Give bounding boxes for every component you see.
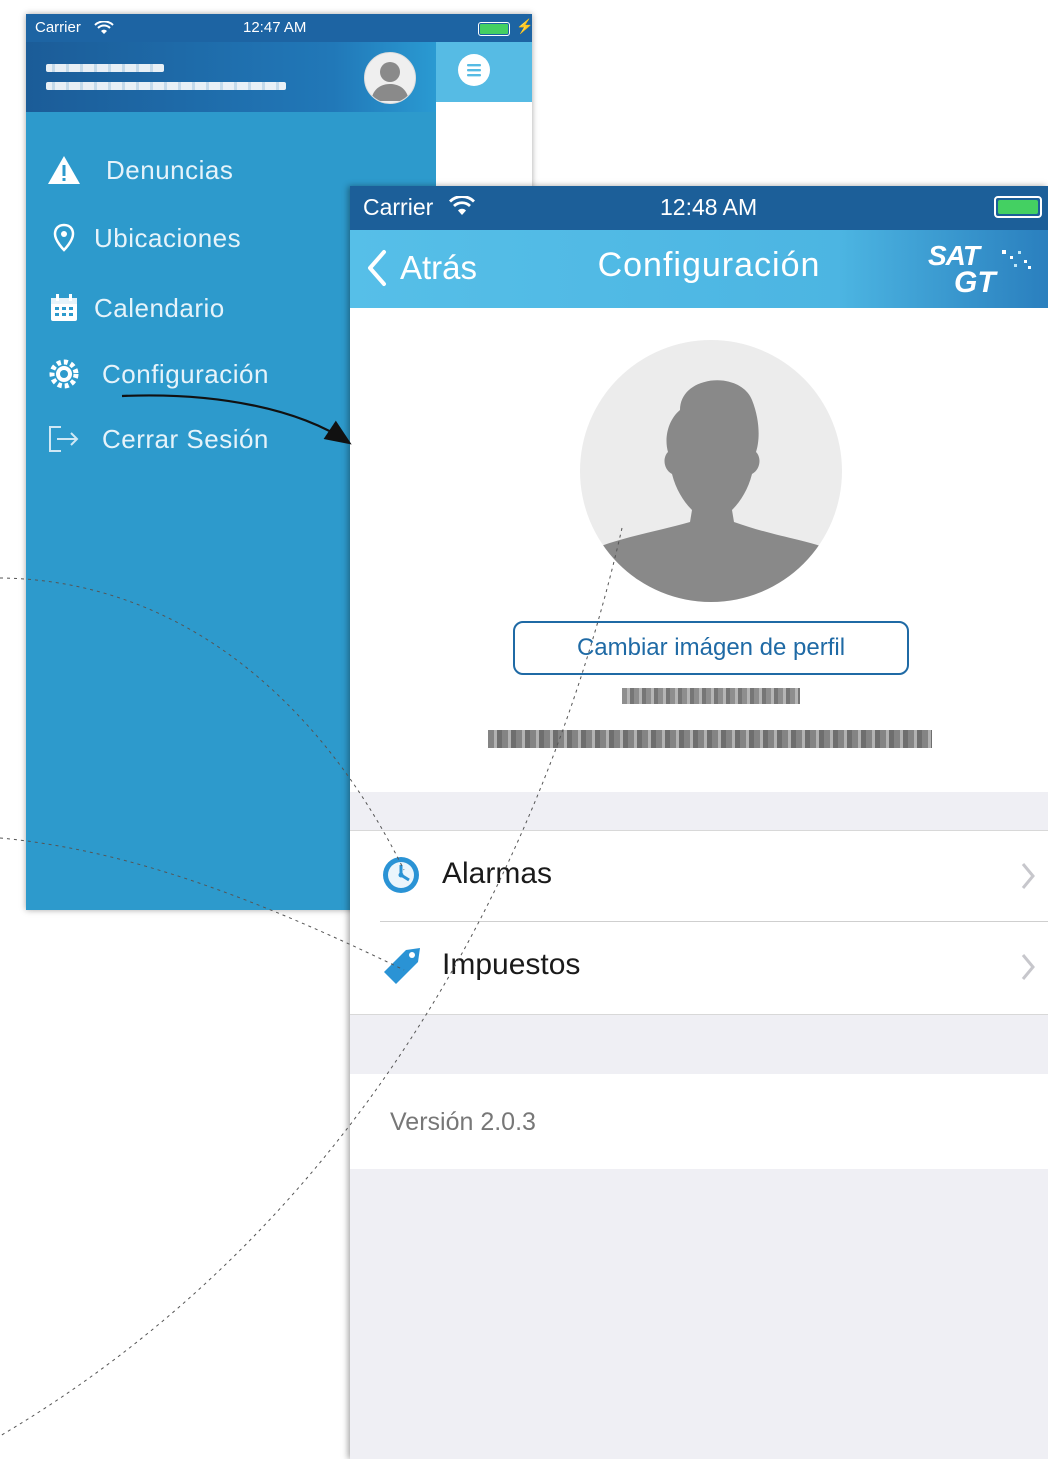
clock-time: 12:47 AM — [243, 19, 307, 36]
avatar[interactable] — [364, 52, 416, 104]
calendar-icon — [46, 290, 82, 326]
menu-item-label: Cerrar Sesión — [102, 423, 269, 454]
menu-item-label: Calendario — [94, 292, 225, 323]
profile-section: Cambiar imágen de perfil — [350, 308, 1048, 792]
menu-item-label: Configuración — [102, 358, 269, 389]
sat-gt-logo: SAT GT — [920, 240, 1040, 300]
battery-icon — [994, 196, 1042, 218]
content-peek — [436, 42, 532, 102]
menu-item-ubicaciones[interactable]: Ubicaciones — [46, 218, 241, 258]
row-label: Impuestos — [442, 948, 581, 981]
menu-item-label: Ubicaciones — [94, 222, 242, 253]
logout-icon — [46, 421, 82, 457]
navigation-bar: Atrás Configuración SAT GT — [350, 230, 1048, 308]
row-label: Alarmas — [442, 857, 553, 890]
profile-avatar[interactable] — [580, 340, 842, 602]
version-label: Versión 2.0.3 — [390, 1108, 536, 1136]
menu-item-label: Denuncias — [106, 154, 234, 185]
chevron-right-icon — [1021, 954, 1035, 980]
menu-toggle-button[interactable] — [458, 54, 490, 86]
change-profile-image-label: Cambiar imágen de perfil — [576, 634, 846, 661]
version-section: Versión 2.0.3 — [350, 1074, 1048, 1169]
redacted-user-email — [488, 730, 932, 748]
battery-icon — [478, 22, 510, 36]
status-bar: Carrier 12:47 AM ⚡ — [26, 14, 532, 42]
logo-dots-icon — [1002, 250, 1031, 269]
location-pin-icon — [46, 220, 82, 256]
tag-icon — [380, 944, 424, 993]
settings-row-alarmas[interactable]: Alarmas — [350, 830, 1048, 923]
wifi-icon — [449, 196, 475, 215]
settings-screen: Carrier 12:48 AM Atrás Configuración SAT… — [350, 186, 1048, 1459]
person-silhouette-icon — [371, 62, 409, 101]
hamburger-icon — [467, 64, 481, 77]
carrier-label: Carrier — [35, 19, 81, 36]
redacted-user-email — [46, 82, 286, 90]
settings-row-impuestos[interactable]: Impuestos — [350, 922, 1048, 1015]
wifi-icon — [94, 21, 114, 34]
menu-item-calendario[interactable]: Calendario — [46, 288, 225, 328]
redacted-user-id — [622, 688, 800, 704]
user-header — [26, 42, 436, 112]
redacted-user-name — [46, 64, 164, 72]
change-profile-image-button[interactable]: Cambiar imágen de perfil — [513, 621, 909, 675]
gear-icon — [46, 356, 82, 392]
carrier-label: Carrier — [363, 194, 434, 220]
chevron-right-icon — [1021, 863, 1035, 889]
charging-icon: ⚡ — [516, 18, 532, 34]
person-silhouette-icon — [596, 380, 826, 602]
warning-icon — [46, 152, 82, 188]
menu-item-cerrar-sesion[interactable]: Cerrar Sesión — [46, 419, 269, 459]
menu-item-configuracion[interactable]: Configuración — [46, 354, 269, 394]
clock-time: 12:48 AM — [660, 194, 758, 220]
alarm-clock-icon — [380, 853, 422, 900]
status-bar: Carrier 12:48 AM — [350, 186, 1048, 230]
menu-item-denuncias[interactable]: Denuncias — [46, 150, 233, 190]
